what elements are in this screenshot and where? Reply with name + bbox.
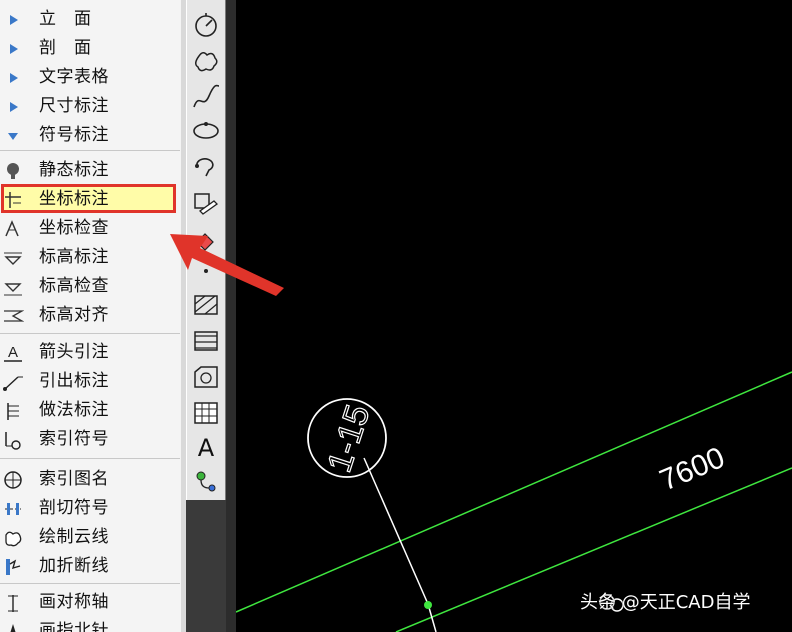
- callout-arrow: [170, 234, 284, 296]
- watermark: 头条 @天正CAD自学: [580, 592, 751, 613]
